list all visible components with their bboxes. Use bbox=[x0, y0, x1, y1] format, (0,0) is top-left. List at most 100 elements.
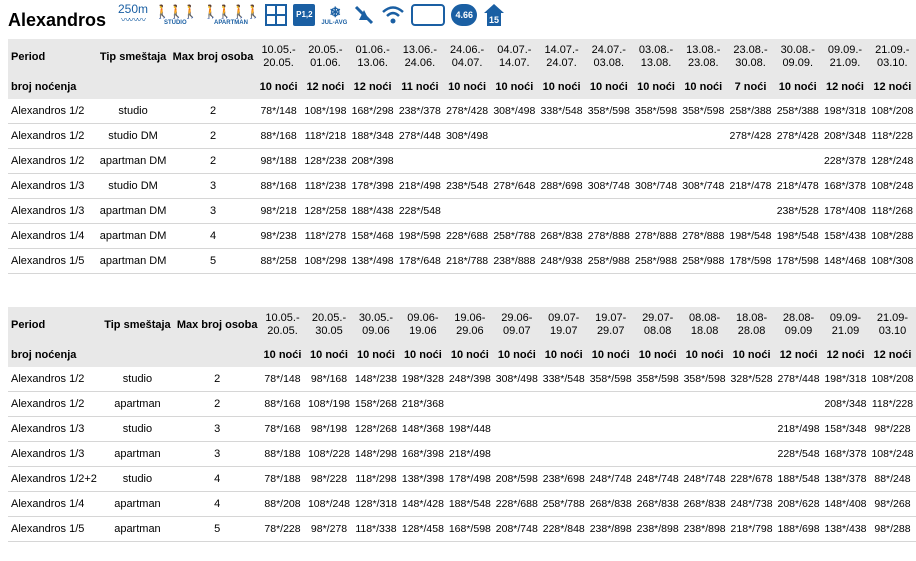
nights-cell: 10 noći bbox=[681, 343, 729, 367]
rate-cell: 198*/318 bbox=[822, 367, 869, 392]
rate-cell: 238*/888 bbox=[490, 248, 538, 274]
unit-type: apartman bbox=[100, 491, 175, 517]
rate-cell: 198*/598 bbox=[396, 223, 444, 249]
rate-cell: 88*/258 bbox=[255, 248, 302, 274]
period-cell: 09.09.- 21.09. bbox=[821, 39, 869, 75]
period-cell: 30.08.- 09.09. bbox=[774, 39, 822, 75]
nights-row: broj noćenja 10 noći 12 noći 12 noći 11 noći… bbox=[8, 75, 916, 99]
rate-cell bbox=[634, 391, 682, 417]
max-header: Max broj osoba bbox=[170, 39, 256, 75]
nights-cell: 10 noći bbox=[537, 75, 586, 99]
rate-cell: 188*/548 bbox=[446, 491, 494, 517]
rate-cell: 358*/598 bbox=[679, 99, 727, 124]
rate-cell: 208*/598 bbox=[493, 466, 541, 492]
rate-cell: 98*/168 bbox=[305, 367, 353, 392]
rate-cell bbox=[585, 148, 633, 174]
rate-cell: 158*/268 bbox=[352, 391, 400, 417]
rate-cell: 128*/318 bbox=[352, 491, 400, 517]
nights-cell: 10 noći bbox=[679, 75, 727, 99]
rate-cell: 168*/378 bbox=[821, 173, 869, 199]
rate-cell bbox=[493, 391, 541, 417]
rate-cell: 208*/348 bbox=[821, 123, 869, 149]
rate-cell: 78*/188 bbox=[259, 466, 306, 492]
page-title: Alexandros bbox=[8, 10, 107, 30]
rate-cell: 208*/398 bbox=[349, 148, 397, 174]
rate-cell bbox=[443, 198, 491, 224]
rate-cell: 148*/468 bbox=[821, 248, 869, 274]
rate-cell: 238*/378 bbox=[396, 99, 444, 124]
rate-cell bbox=[634, 441, 682, 467]
rate-cell: 268*/838 bbox=[587, 491, 635, 517]
nights-cell: 10 noći bbox=[634, 343, 682, 367]
period-cell: 09.06- 19.06 bbox=[399, 307, 447, 343]
nights-cell: 10 noći bbox=[728, 343, 776, 367]
rate-cell bbox=[679, 123, 727, 149]
table-row: Alexandros 1/2 apartman 2 88*/168 108*/198… bbox=[8, 391, 916, 417]
period-cell: 20.05.- 30.05 bbox=[305, 307, 353, 343]
nights-cell: 12 noći bbox=[775, 343, 822, 367]
rate-cell: 218*/788 bbox=[443, 248, 491, 274]
rate-cell bbox=[774, 148, 822, 174]
air-conditioning-icon: ❄ JUL-AVG bbox=[321, 4, 348, 26]
unit-max-persons: 5 bbox=[174, 516, 260, 542]
rate-cell: 88*/168 bbox=[255, 173, 302, 199]
rate-cell bbox=[396, 148, 444, 174]
rate-cell: 108*/248 bbox=[305, 491, 353, 517]
nights-cell: 10 noći bbox=[305, 343, 353, 367]
rate-cell: 248*/748 bbox=[587, 466, 635, 492]
rate-cell bbox=[587, 416, 635, 442]
nights-cell: 10 noći bbox=[587, 343, 635, 367]
rate-cell: 218*/498 bbox=[446, 441, 494, 467]
nights-label: broj noćenja bbox=[8, 343, 260, 367]
period-cell: 23.08.- 30.08. bbox=[726, 39, 775, 75]
period-cell: 29.07- 08.08 bbox=[634, 307, 682, 343]
rate-cell: 128*/258 bbox=[301, 198, 350, 224]
nights-cell: 10 noći bbox=[540, 343, 588, 367]
period-cell: 09.07- 19.07 bbox=[540, 307, 588, 343]
studio-capacity-icon: 🚶🚶🚶 STUDIO bbox=[154, 4, 199, 26]
rate-cell: 178*/598 bbox=[726, 248, 775, 274]
rate-cell: 218*/798 bbox=[728, 516, 776, 542]
table-row: Alexandros 1/2 studio 2 78*/148 98*/168 148… bbox=[8, 367, 916, 392]
nights-cell: 10 noći bbox=[632, 75, 680, 99]
rate-cell: 138*/378 bbox=[822, 466, 869, 492]
unit-type: studio bbox=[95, 99, 171, 124]
nights-cell: 10 noći bbox=[255, 75, 302, 99]
rate-cell: 108*/248 bbox=[868, 441, 916, 467]
rate-cell: 218*/368 bbox=[399, 391, 447, 417]
rate-cell: 198*/318 bbox=[821, 99, 869, 124]
unit-type: apartman bbox=[100, 441, 175, 467]
rate-cell: 98*/288 bbox=[868, 516, 916, 542]
rate-cell: 188*/548 bbox=[775, 466, 822, 492]
rate-cell: 218*/498 bbox=[775, 416, 822, 442]
unit-name: Alexandros 1/3 bbox=[8, 198, 96, 224]
period-cell: 24.06.- 04.07. bbox=[443, 39, 491, 75]
rate-cell: 218*/478 bbox=[726, 173, 775, 199]
rate-cell: 188*/438 bbox=[349, 198, 397, 224]
rate-cell: 88*/248 bbox=[868, 466, 916, 492]
table-row: Alexandros 1/2+2 studio 4 78*/188 98*/228 1… bbox=[8, 466, 916, 492]
rate-cell bbox=[490, 148, 538, 174]
period-cell: 13.06.- 24.06. bbox=[396, 39, 444, 75]
nights-cell: 10 noći bbox=[774, 75, 822, 99]
rate-cell: 208*/628 bbox=[775, 491, 822, 517]
rate-cell: 358*/598 bbox=[681, 367, 729, 392]
rate-cell: 308*/498 bbox=[443, 123, 491, 149]
rate-cell: 78*/168 bbox=[259, 416, 306, 442]
period-cell: 09.09- 21.09 bbox=[822, 307, 869, 343]
rate-cell: 168*/598 bbox=[446, 516, 494, 542]
rate-cell: 258*/788 bbox=[540, 491, 588, 517]
period-cell: 21.09.- 03.10. bbox=[868, 39, 916, 75]
period-cell: 19.06- 29.06 bbox=[446, 307, 494, 343]
unit-type: apartman DM bbox=[95, 223, 171, 249]
unit-type: apartman DM bbox=[95, 198, 171, 224]
rate-cell: 248*/748 bbox=[681, 466, 729, 492]
period-cell: 20.05.- 01.06. bbox=[301, 39, 350, 75]
nights-cell: 7 noći bbox=[726, 75, 775, 99]
table-row: Alexandros 1/5 apartman 5 78*/228 98*/278 1… bbox=[8, 516, 916, 542]
rate-cell bbox=[540, 416, 588, 442]
nights-cell: 12 noći bbox=[868, 75, 916, 99]
unit-type: apartman bbox=[100, 516, 175, 542]
period-cell: 08.08- 18.08 bbox=[681, 307, 729, 343]
rate-cell: 248*/398 bbox=[446, 367, 494, 392]
